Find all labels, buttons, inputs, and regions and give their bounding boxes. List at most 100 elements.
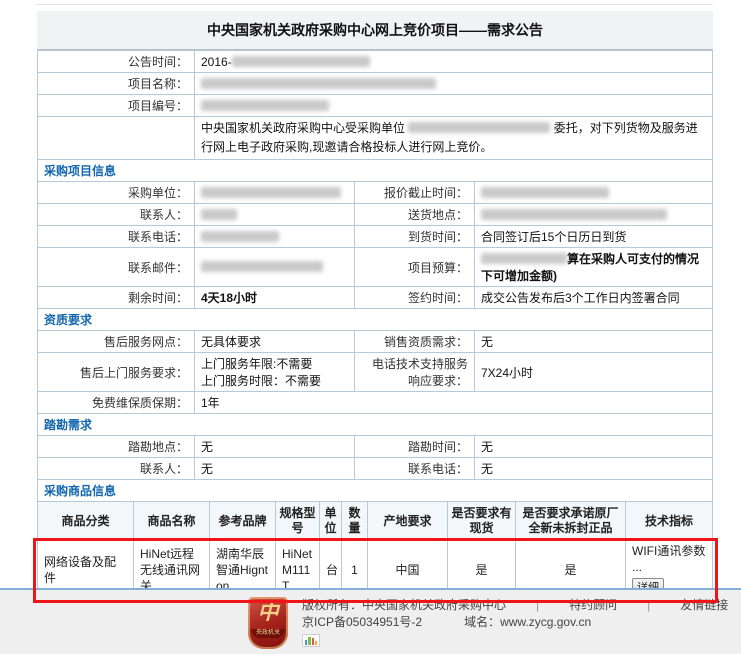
footer-text: 版权所有：中央国家机关政府采购中心|特约顾问|友情链接 京ICP备0503495… [302, 597, 728, 647]
intro-paragraph: 中央国家机关政府采购中心受采购单位 委托，对下列货物及服务进行网上电子政府采购,… [195, 117, 713, 160]
product-table: 商品分类 商品名称 参考品牌 规格型号 单位 数量 产地要求 是否要求有现货 是… [37, 501, 713, 599]
project-name-value [195, 73, 713, 95]
delivery-time-value: 合同签订后15个日历日到货 [475, 226, 713, 248]
column-header: 是否要求有现货 [448, 502, 516, 541]
table-row: 中央国家机关政府采购中心受采购单位 委托，对下列货物及服务进行网上电子政府采购,… [38, 117, 713, 160]
product-header-row: 商品分类 商品名称 参考品牌 规格型号 单位 数量 产地要求 是否要求有现货 是… [38, 502, 713, 541]
field-label: 销售资质需求： [355, 331, 475, 353]
section-heading: 资质要求 [38, 309, 713, 331]
field-value: 无 [475, 331, 713, 353]
table-row: 联系邮件： 项目预算： 算在采购人可支付的情况下可增加金额) [38, 248, 713, 287]
table-row: 踏勘地点： 无 踏勘时间： 无 [38, 436, 713, 458]
advisor-link[interactable]: 特约顾问 [569, 598, 617, 612]
onsite-service-value: 上门服务年限:不需要 上门服务时限：不需要 [195, 353, 355, 392]
field-label: 踏勘地点： [38, 436, 195, 458]
site-logo-badge: 中 央政机关 [248, 597, 288, 649]
table-row: 采购单位： 报价截止时间： [38, 182, 713, 204]
footer-separator: | [536, 598, 539, 612]
domain-text: 域名：www.zycg.gov.cn [464, 615, 591, 629]
field-label: 项目名称： [38, 73, 195, 95]
table-row: 售后上门服务要求： 上门服务年限:不需要 上门服务时限：不需要 电话技术支持服务… [38, 353, 713, 392]
field-value [195, 204, 355, 226]
redacted-value [481, 187, 609, 198]
table-row: 免费维保质保期： 1年 [38, 392, 713, 414]
field-value: 7X24小时 [475, 353, 713, 392]
field-label: 联系电话： [38, 226, 195, 248]
logo-band-text: 央政机关 [251, 629, 285, 638]
footer-line2: 京ICP备05034951号-2 域名：www.zycg.gov.cn [302, 614, 728, 631]
announcement-table: 公告时间： 2016- 项目名称： 项目编号： 中央国家机关政府采购中心受采购单… [37, 50, 713, 502]
field-value: 1年 [195, 392, 713, 414]
column-header: 商品分类 [38, 502, 134, 541]
copyright-text: 版权所有：中央国家机关政府采购中心 [302, 598, 506, 612]
field-label: 售后服务网点： [38, 331, 195, 353]
field-value: 无具体要求 [195, 331, 355, 353]
section-heading-row: 资质要求 [38, 309, 713, 331]
content-area: 中央国家机关政府采购中心网上竞价项目——需求公告 公告时间： 2016- 项目名… [37, 4, 713, 638]
top-divider [37, 4, 713, 11]
field-value: 无 [475, 436, 713, 458]
field-label [38, 117, 195, 160]
redacted-value [201, 187, 341, 198]
field-label: 公告时间： [38, 51, 195, 73]
field-label: 联系电话： [355, 458, 475, 480]
remaining-time-value: 4天18小时 [195, 287, 355, 309]
footer-line1: 版权所有：中央国家机关政府采购中心|特约顾问|友情链接 [302, 597, 728, 614]
section-heading: 采购商品信息 [38, 480, 713, 502]
field-label: 到货时间： [355, 226, 475, 248]
table-row: 联系电话： 到货时间： 合同签订后15个日历日到货 [38, 226, 713, 248]
field-label: 免费维保质保期： [38, 392, 195, 414]
field-value [475, 182, 713, 204]
budget-value: 算在采购人可支付的情况下可增加金额) [475, 248, 713, 287]
table-row: 联系人： 无 联系电话： 无 [38, 458, 713, 480]
field-label: 剩余时间： [38, 287, 195, 309]
field-label: 采购单位： [38, 182, 195, 204]
redacted-value [201, 209, 237, 220]
table-row: 项目编号： [38, 95, 713, 117]
project-no-value [195, 95, 713, 117]
redacted-value [481, 253, 567, 264]
field-value [475, 204, 713, 226]
redacted-value [408, 122, 550, 133]
column-header: 参考品牌 [210, 502, 276, 541]
table-row: 联系人： 送货地点： [38, 204, 713, 226]
visit-counter-icon[interactable] [302, 634, 320, 647]
field-label: 售后上门服务要求： [38, 353, 195, 392]
section-heading: 踏勘需求 [38, 414, 713, 436]
redacted-value [201, 100, 329, 111]
field-value [195, 182, 355, 204]
column-header: 技术指标 [626, 502, 713, 541]
section-heading-row: 采购项目信息 [38, 160, 713, 182]
section-heading-row: 踏勘需求 [38, 414, 713, 436]
section-heading-row: 采购商品信息 [38, 480, 713, 502]
redacted-value [232, 56, 370, 67]
table-row: 剩余时间： 4天18小时 签约时间： 成交公告发布后3个工作日内签署合同 [38, 287, 713, 309]
field-label: 踏勘时间： [355, 436, 475, 458]
page-title: 中央国家机关政府采购中心网上竞价项目——需求公告 [37, 11, 713, 50]
footer: 中 央政机关 版权所有：中央国家机关政府采购中心|特约顾问|友情链接 京ICP备… [0, 588, 741, 654]
column-header: 数量 [342, 502, 368, 541]
field-label: 项目预算： [355, 248, 475, 287]
column-header: 商品名称 [134, 502, 210, 541]
field-label: 电话技术支持服务响应要求： [355, 353, 475, 392]
field-value [195, 248, 355, 287]
icp-number: 京ICP备05034951号-2 [302, 615, 422, 629]
redacted-value [481, 209, 667, 220]
field-label: 联系人： [38, 458, 195, 480]
sign-time-value: 成交公告发布后3个工作日内签署合同 [475, 287, 713, 309]
field-value [195, 226, 355, 248]
field-value: 无 [195, 436, 355, 458]
column-header: 单位 [320, 502, 342, 541]
field-label: 项目编号： [38, 95, 195, 117]
field-label: 报价截止时间： [355, 182, 475, 204]
announce-time-value: 2016- [195, 51, 713, 73]
redacted-value [201, 231, 279, 242]
logo-emblem-icon: 中 [248, 597, 288, 629]
field-label: 联系人： [38, 204, 195, 226]
friend-links-link[interactable]: 友情链接 [680, 598, 728, 612]
column-header: 是否要求承诺原厂全新未拆封正品 [516, 502, 626, 541]
field-value: 无 [195, 458, 355, 480]
column-header: 产地要求 [368, 502, 448, 541]
field-label: 联系邮件： [38, 248, 195, 287]
column-header: 规格型号 [276, 502, 320, 541]
